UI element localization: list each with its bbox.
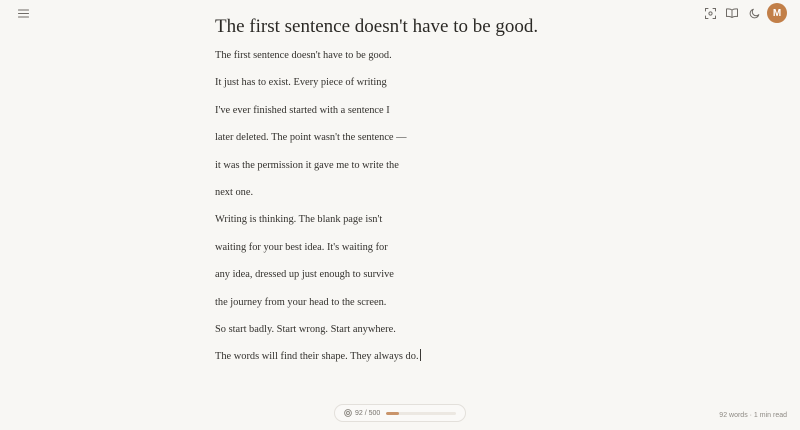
focus-mode-icon[interactable] [700,3,720,23]
paragraph-line: So start badly. Start wrong. Start anywh… [215,323,396,335]
avatar[interactable]: M [767,3,787,23]
paragraph-line: waiting for your best idea. It's waiting… [215,241,388,253]
paragraph-line: any idea, dressed up just enough to surv… [215,269,394,281]
word-goal-pill[interactable]: 92 / 500 [334,404,466,422]
document-title[interactable]: The first sentence doesn't have to be go… [215,14,538,40]
paragraph-line: later deleted. The point wasn't the sent… [215,132,407,144]
word-goal-count: 92 / 500 [355,409,381,417]
paragraph-line-last: The words will find their shape. They al… [215,343,585,370]
paragraph-line: the journey from your head to the screen… [215,296,387,308]
word-count-stats: 92 words · 1 min read [719,412,787,419]
paragraph-line: Writing is thinking. The blank page isn'… [215,214,383,226]
target-icon [344,409,352,417]
open-book-icon[interactable] [722,3,742,23]
hamburger-menu-icon[interactable] [13,3,33,23]
word-goal-progress-fill [386,411,400,415]
word-goal-progress-bar [386,411,457,415]
paragraph-line: It just has to exist. Every piece of wri… [215,77,387,89]
paragraph-line-text: The words will find their shape. They al… [215,351,419,363]
paragraph-line: it was the permission it gave me to writ… [215,159,399,171]
paragraph-line: next one. [215,186,254,198]
paragraph-line: I've ever finished started with a senten… [215,104,390,116]
text-caret [419,349,421,362]
moon-icon[interactable] [744,3,764,23]
editor-body[interactable]: The first sentence doesn't have to be go… [215,42,585,371]
paragraph-line: The first sentence doesn't have to be go… [215,50,392,61]
